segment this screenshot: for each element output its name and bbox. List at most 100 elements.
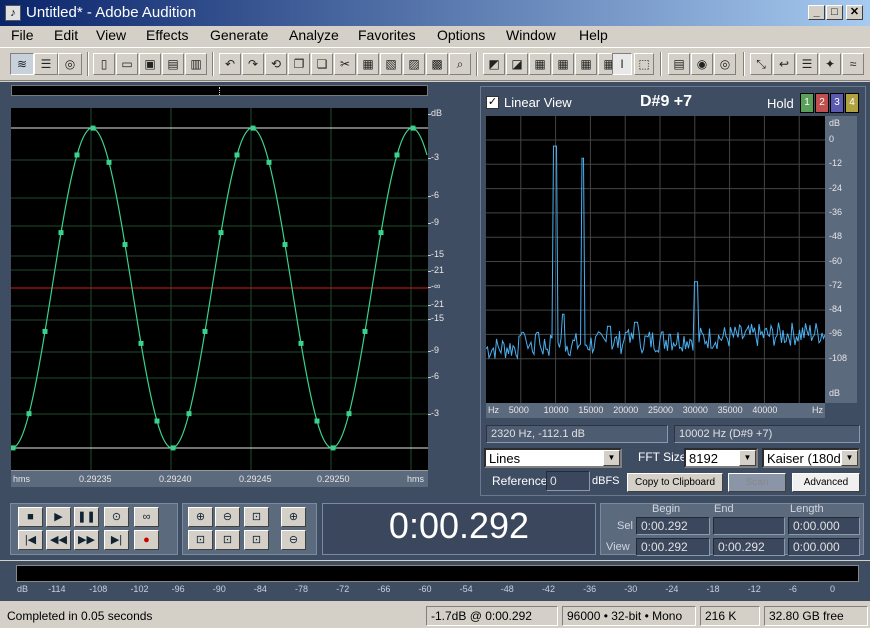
play-to-end-icon[interactable]: ⊙ — [104, 507, 129, 527]
chevron-down-icon[interactable]: ▼ — [603, 450, 620, 466]
sample-point — [346, 411, 352, 417]
sample-point — [42, 328, 48, 334]
zoom-in-vertical-icon[interactable]: ⊕ — [281, 507, 306, 527]
paste-icon[interactable]: ▦ — [357, 53, 379, 75]
pause-icon[interactable]: ❚❚ — [74, 507, 99, 527]
open-folder-icon[interactable]: ▭ — [116, 53, 138, 75]
marquee-tool-icon[interactable]: ⬚ — [634, 53, 654, 75]
view-end-field[interactable]: 0:00.292 — [713, 538, 785, 556]
spectrum-db-label: -36 — [829, 206, 843, 217]
waveform-display[interactable] — [11, 108, 428, 470]
save-as-icon[interactable]: ▤ — [162, 53, 184, 75]
sel-length-field[interactable]: 0:00.000 — [788, 517, 860, 535]
waveform-plot[interactable] — [11, 108, 428, 470]
window-function-select[interactable]: Kaiser (180d ▼ — [762, 448, 860, 468]
grid-view-1-icon[interactable]: ▦ — [529, 53, 551, 75]
sel-begin-field[interactable]: 0:00.292 — [636, 517, 710, 535]
loop-icon[interactable]: ∞ — [134, 507, 159, 527]
menu-generate[interactable]: Generate — [210, 27, 268, 43]
play-icon[interactable]: ▶ — [46, 507, 71, 527]
phase-analysis-icon[interactable]: ◉ — [691, 53, 713, 75]
maximize-button[interactable]: □ — [826, 5, 843, 20]
close-button[interactable]: ✕ — [846, 5, 863, 20]
undo-icon[interactable]: ↶ — [219, 53, 241, 75]
view-length-field[interactable]: 0:00.000 — [788, 538, 860, 556]
level-meter[interactable] — [16, 565, 859, 582]
frequency-analysis-icon[interactable]: ▤ — [668, 53, 690, 75]
copy-icon[interactable]: ❐ — [288, 53, 310, 75]
fft-size-select[interactable]: 8192 ▼ — [684, 448, 758, 468]
display-mode-select[interactable]: Lines ▼ — [484, 448, 622, 468]
linear-view-checkbox[interactable]: ✓ — [486, 96, 499, 109]
hold-button-3[interactable]: 3 — [830, 93, 844, 113]
menu-favorites[interactable]: Favorites — [358, 27, 416, 43]
app-icon[interactable]: ♪ — [5, 5, 21, 21]
menu-help[interactable]: Help — [579, 27, 608, 43]
menu-options[interactable]: Options — [437, 27, 485, 43]
time-ruler[interactable]: hms 0.29235 0.29240 0.29245 0.29250 hms — [11, 470, 428, 487]
mix-paste-icon[interactable]: ▨ — [403, 53, 425, 75]
spectrum-db-label: -48 — [829, 231, 843, 242]
zoom-left-icon[interactable]: ⊡ — [188, 530, 213, 550]
spectrum-svg[interactable] — [486, 116, 825, 403]
hold-button-1[interactable]: 1 — [800, 93, 814, 113]
repeat-icon[interactable]: ⟲ — [265, 53, 287, 75]
scan-button[interactable]: Scan — [728, 473, 786, 492]
waves-icon[interactable]: ≈ — [842, 53, 864, 75]
edit-view-icon[interactable]: ≋ — [10, 53, 34, 75]
cd-view-icon[interactable]: ◎ — [58, 53, 82, 75]
copy-to-clipboard-button[interactable]: Copy to Clipboard — [627, 473, 723, 492]
zoom-select-icon[interactable]: ⌕ — [449, 53, 471, 75]
rewind-icon[interactable]: ◀◀ — [46, 530, 71, 550]
copy-new-icon[interactable]: ❏ — [311, 53, 333, 75]
menu-effects[interactable]: Effects — [146, 27, 189, 43]
menu-window[interactable]: Window — [506, 27, 556, 43]
grid-view-3-icon[interactable]: ▦ — [575, 53, 597, 75]
zoom-selection-icon[interactable]: ⊡ — [244, 530, 269, 550]
frequency-ruler: Hz 5000 10000 15000 20000 25000 30000 35000 4000… — [486, 403, 825, 418]
hold-button-2[interactable]: 2 — [815, 93, 829, 113]
menu-view[interactable]: View — [96, 27, 126, 43]
trim-icon[interactable]: ▩ — [426, 53, 448, 75]
save-all-icon[interactable]: ▥ — [185, 53, 207, 75]
multitrack-view-icon[interactable]: ☰ — [34, 53, 58, 75]
minimize-button[interactable]: _ — [808, 5, 825, 20]
cut-icon[interactable]: ✂ — [334, 53, 356, 75]
zoom-out-vertical-icon[interactable]: ⊖ — [281, 530, 306, 550]
hold-button-4[interactable]: 4 — [845, 93, 859, 113]
amplitude-scale[interactable]: dB -3 -6 -9 -15 -21 -∞ -21 -15 -9 -6 -3 — [428, 108, 470, 488]
zoom-in-horizontal-icon[interactable]: ⊕ — [188, 507, 213, 527]
advanced-button[interactable]: Advanced — [792, 473, 860, 492]
overview-bar[interactable] — [11, 85, 428, 96]
record-icon[interactable]: ● — [134, 530, 159, 550]
time-selection-tool-icon[interactable]: I — [612, 53, 632, 75]
view-begin-field[interactable]: 0:00.292 — [636, 538, 710, 556]
effect-icon[interactable]: ✦ — [819, 53, 841, 75]
zoom-out-horizontal-icon[interactable]: ⊖ — [215, 507, 240, 527]
zoom-right-icon[interactable]: ⊡ — [215, 530, 240, 550]
menu-analyze[interactable]: Analyze — [289, 27, 339, 43]
snap-icon[interactable]: ⤡ — [750, 53, 772, 75]
menu-file[interactable]: File — [11, 27, 34, 43]
chevron-down-icon[interactable]: ▼ — [739, 450, 756, 466]
fast-forward-icon[interactable]: ▶▶ — [74, 530, 99, 550]
redo-icon[interactable]: ↷ — [242, 53, 264, 75]
paste-new-icon[interactable]: ▧ — [380, 53, 402, 75]
return-icon[interactable]: ↩ — [773, 53, 795, 75]
split-icon[interactable]: ☰ — [796, 53, 818, 75]
go-to-end-icon[interactable]: ▶| — [104, 530, 129, 550]
go-to-start-icon[interactable]: |◀ — [18, 530, 43, 550]
grid-view-2-icon[interactable]: ▦ — [552, 53, 574, 75]
stop-icon[interactable]: ■ — [18, 507, 43, 527]
reference-input[interactable]: 0 — [546, 471, 590, 491]
spectral-icon[interactable]: ◩ — [483, 53, 505, 75]
levels-icon[interactable]: ◎ — [714, 53, 736, 75]
envelope-icon[interactable]: ◪ — [506, 53, 528, 75]
save-icon[interactable]: ▣ — [139, 53, 161, 75]
chevron-down-icon[interactable]: ▼ — [841, 450, 858, 466]
sel-end-field[interactable] — [713, 517, 785, 535]
new-file-icon[interactable]: ▯ — [93, 53, 115, 75]
zoom-full-icon[interactable]: ⊡ — [244, 507, 269, 527]
spectrum-plot[interactable] — [486, 116, 825, 403]
menu-edit[interactable]: Edit — [54, 27, 78, 43]
